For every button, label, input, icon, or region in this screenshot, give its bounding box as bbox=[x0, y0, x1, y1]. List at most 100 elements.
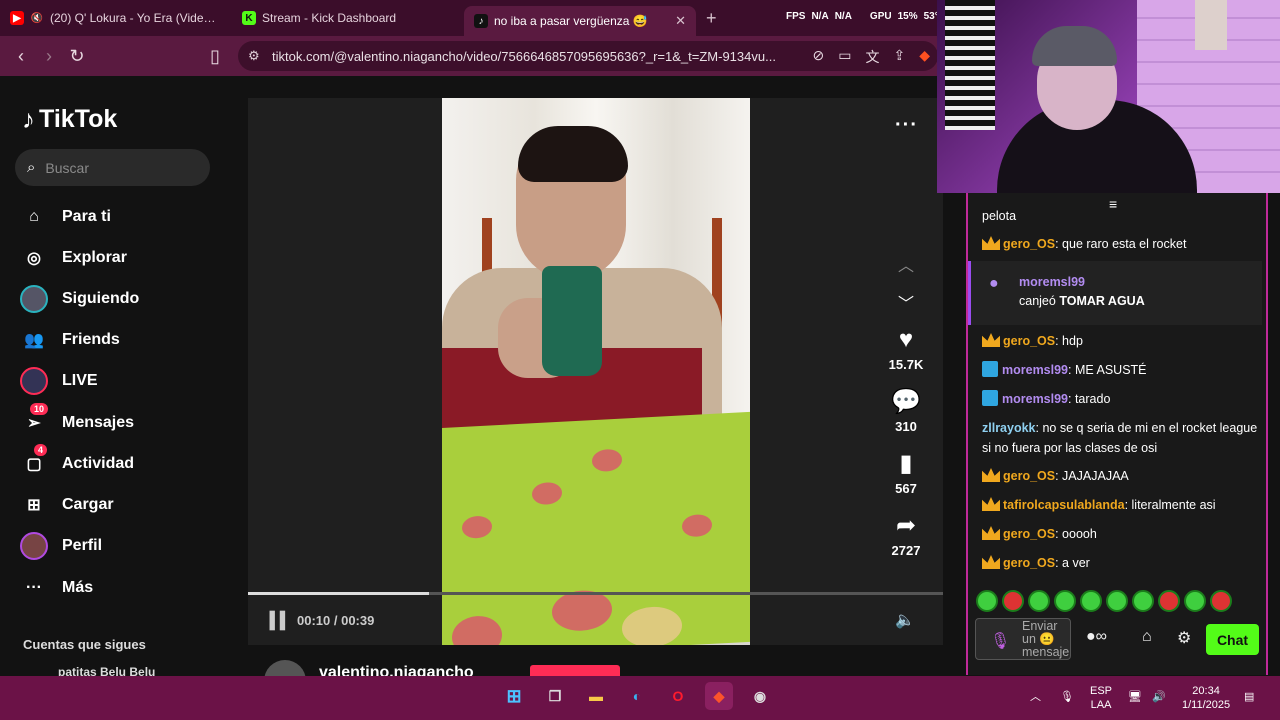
opera-icon[interactable]: O bbox=[664, 682, 692, 710]
chat-message: tafirolcapsulablanda: literalmente asi bbox=[982, 495, 1262, 515]
chat-username[interactable]: tafirolcapsulablanda bbox=[1003, 498, 1125, 512]
share-button[interactable]: ➦ 2727 bbox=[886, 513, 926, 559]
clock[interactable]: 20:34 1/11/2025 bbox=[1182, 684, 1230, 712]
emote-icon[interactable] bbox=[1002, 590, 1024, 612]
task-view-icon[interactable]: ❐ bbox=[541, 682, 569, 710]
nav-para-ti[interactable]: ⌂ Para ti bbox=[20, 203, 111, 231]
tiktok-logo[interactable]: ♪ TikTok bbox=[22, 104, 117, 135]
emote-icon[interactable] bbox=[976, 590, 998, 612]
save-button[interactable]: ▮ 567 bbox=[886, 451, 926, 497]
mic-icon[interactable]: 🎙 bbox=[990, 631, 1010, 651]
file-explorer-icon[interactable]: ▬ bbox=[582, 682, 610, 710]
prev-video-icon[interactable]: ︿ bbox=[898, 252, 914, 276]
search-placeholder: Buscar bbox=[45, 159, 89, 176]
close-tab-icon[interactable]: ✕ bbox=[675, 13, 686, 29]
emote-bar bbox=[976, 590, 1232, 612]
chat-placeholder: Enviar un 😐 mensaje bbox=[1022, 619, 1070, 659]
forward-icon[interactable]: › bbox=[35, 46, 63, 67]
bookmark-icon[interactable]: ▯ bbox=[201, 46, 229, 67]
site-info-icon[interactable]: ⚙ bbox=[248, 48, 260, 64]
pause-icon[interactable]: ▍▍ bbox=[270, 611, 293, 631]
emote-icon[interactable] bbox=[1028, 590, 1050, 612]
new-tab-button[interactable]: + bbox=[706, 8, 717, 29]
nav-cargar[interactable]: ⊞ Cargar bbox=[20, 491, 113, 519]
chat-username[interactable]: gero_OS bbox=[1003, 527, 1055, 541]
nav-mensajes[interactable]: ➢ 10 Mensajes bbox=[20, 403, 135, 437]
nav-live[interactable]: LIVE bbox=[20, 367, 98, 395]
next-video-icon[interactable]: ﹀ bbox=[898, 290, 914, 314]
store-icon[interactable]: ⌂ bbox=[1142, 628, 1152, 646]
emote-icon[interactable] bbox=[1184, 590, 1206, 612]
language-indicator[interactable]: ESP LAA bbox=[1090, 684, 1112, 712]
speaker-icon[interactable]: 🔊 bbox=[1152, 690, 1166, 704]
chat-input[interactable]: 🎙 Enviar un 😐 mensaje bbox=[975, 618, 1071, 660]
emote-icon[interactable] bbox=[1106, 590, 1128, 612]
chat-username[interactable]: gero_OS bbox=[1003, 334, 1055, 348]
more-options-icon[interactable]: ··· bbox=[895, 114, 918, 137]
share-icon[interactable]: ⇪ bbox=[893, 47, 905, 67]
chat-settings-icon[interactable]: ⚙ bbox=[1177, 628, 1191, 648]
emote-icon[interactable] bbox=[1210, 590, 1232, 612]
brave-icon[interactable]: ◆ bbox=[705, 682, 733, 710]
comment-icon: 💬 bbox=[891, 388, 921, 415]
url-bar[interactable]: ⚙ tiktok.com/@valentino.niagancho/video/… bbox=[238, 41, 938, 71]
emote-icon[interactable] bbox=[1054, 590, 1076, 612]
emote-icon[interactable] bbox=[1080, 590, 1102, 612]
channel-points-icon[interactable]: ●∞ bbox=[1086, 628, 1107, 646]
message-text: : tarado bbox=[1068, 392, 1111, 406]
reward-icon: ● bbox=[989, 275, 999, 292]
emote-icon[interactable] bbox=[1158, 590, 1180, 612]
volume-icon[interactable]: 🔈 bbox=[895, 610, 915, 630]
crown-badge-icon bbox=[982, 468, 1000, 482]
nav-label: Friends bbox=[62, 331, 120, 348]
nav-explorar[interactable]: ◎ Explorar bbox=[20, 244, 127, 272]
nav-label: Mensajes bbox=[62, 414, 135, 431]
tab-youtube[interactable]: ▶ 🔇 (20) Q' Lokura - Yo Era (Video Clip bbox=[0, 0, 232, 36]
cast-icon[interactable]: ▭ bbox=[838, 47, 851, 67]
nav-friends[interactable]: 👥 Friends bbox=[20, 326, 120, 354]
chat-username[interactable]: moremsl99 bbox=[1002, 363, 1068, 377]
chat-username[interactable]: moremsl99 bbox=[1002, 392, 1068, 406]
visibility-icon[interactable]: ⊘ bbox=[813, 47, 825, 67]
like-button[interactable]: ♥ 15.7K bbox=[886, 327, 926, 373]
chat-username[interactable]: zllrayokk bbox=[982, 421, 1036, 435]
network-icon[interactable]: 🖥 bbox=[1128, 690, 1142, 704]
edge-icon[interactable]: ◐ bbox=[623, 682, 651, 710]
back-icon[interactable]: ‹ bbox=[7, 46, 35, 67]
chat-message: gero_OS: que raro esta el rocket bbox=[982, 234, 1262, 254]
tray-mic-icon[interactable]: 🎙 bbox=[1060, 690, 1074, 704]
windows-start-icon[interactable]: ⊞ bbox=[500, 682, 528, 710]
redeem-username[interactable]: moremsl99 bbox=[1019, 275, 1085, 289]
crown-badge-icon bbox=[982, 236, 1000, 250]
message-text: : ooooh bbox=[1055, 527, 1097, 541]
message-text: pelota bbox=[982, 209, 1017, 223]
nav-actividad[interactable]: ▢ 4 Actividad bbox=[20, 444, 134, 478]
chat-username[interactable]: gero_OS bbox=[1003, 237, 1055, 251]
gpu-value: 15% bbox=[897, 11, 918, 22]
emote-icon[interactable] bbox=[1132, 590, 1154, 612]
nav-label: LIVE bbox=[62, 372, 98, 389]
comment-button[interactable]: 💬 310 bbox=[886, 388, 926, 435]
nav-mas[interactable]: ··· Más bbox=[20, 574, 93, 602]
message-text: : que raro esta el rocket bbox=[1055, 237, 1187, 251]
chat-username[interactable]: gero_OS bbox=[1003, 469, 1055, 483]
reload-icon[interactable]: ↻ bbox=[63, 46, 91, 67]
video-progress[interactable] bbox=[248, 592, 943, 595]
obs-icon[interactable]: ◉ bbox=[746, 682, 774, 710]
tray-chevron-icon[interactable]: ︿ bbox=[1030, 690, 1041, 704]
nav-perfil[interactable]: Perfil bbox=[20, 532, 102, 560]
search-input[interactable]: ⌕ Buscar bbox=[15, 149, 210, 186]
mute-icon[interactable]: 🔇 bbox=[30, 11, 44, 25]
message-text: : JAJAJAJAA bbox=[1055, 469, 1129, 483]
tiktok-note-icon: ♪ bbox=[22, 104, 35, 134]
nav-siguiendo[interactable]: Siguiendo bbox=[20, 285, 139, 313]
translate-icon[interactable]: 文 bbox=[865, 47, 879, 67]
video-frame[interactable] bbox=[442, 98, 750, 645]
tab-kick[interactable]: K Stream - Kick Dashboard bbox=[232, 0, 464, 36]
brave-shield-icon[interactable]: ◆ bbox=[919, 47, 930, 67]
chat-username[interactable]: gero_OS bbox=[1003, 556, 1055, 570]
notifications-icon[interactable]: ▤ bbox=[1244, 690, 1254, 704]
chat-send-button[interactable]: Chat bbox=[1206, 624, 1259, 655]
tab-tiktok[interactable]: ♪ no iba a pasar vergüenza 😅 ✕ bbox=[464, 6, 696, 36]
avatar-icon bbox=[20, 285, 48, 313]
